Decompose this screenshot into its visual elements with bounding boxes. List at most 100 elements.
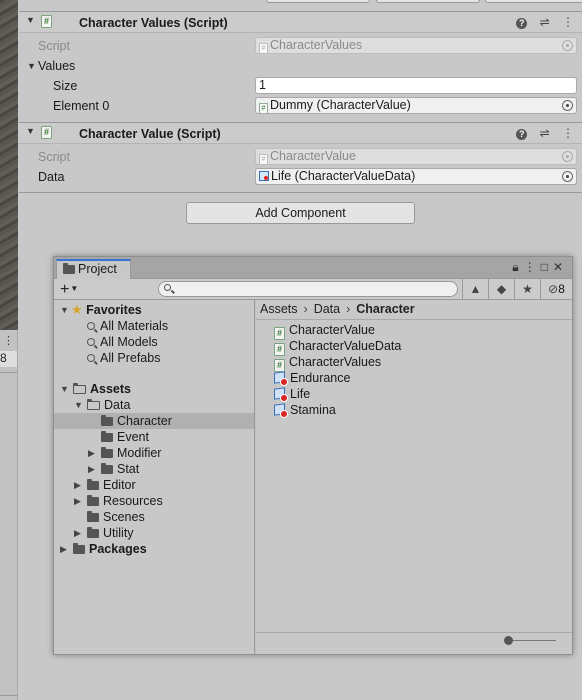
foldout-arrow-icon[interactable]: ▼ — [74, 397, 83, 413]
tab-project[interactable]: Project — [56, 259, 131, 279]
foldout-arrow-icon[interactable]: ▼ — [27, 61, 36, 71]
object-picker-icon[interactable] — [562, 100, 573, 111]
tree-item-event[interactable]: Event — [54, 429, 254, 445]
more-icon[interactable]: ⋮ — [3, 334, 14, 347]
tree-label: All Models — [100, 335, 158, 349]
create-button[interactable]: +▼ — [60, 280, 78, 298]
component-header-character-value[interactable]: ▼ # Character Value (Script) ? ⇌ ⋮ — [19, 122, 582, 144]
tree-item-character[interactable]: Character — [54, 413, 254, 429]
tree-item-assets[interactable]: ▼ Assets — [54, 381, 254, 397]
element-0-object-field[interactable]: # Dummy (CharacterValue) — [255, 97, 577, 114]
tree-label: Resources — [103, 494, 163, 508]
foldout-arrow-icon[interactable]: ▶ — [74, 477, 81, 493]
foldout-arrow-icon[interactable]: ▶ — [60, 541, 67, 557]
search-by-type-icon[interactable]: ▲ — [462, 279, 488, 299]
field-value: CharacterValues — [270, 38, 363, 52]
foldout-arrow-icon[interactable]: ▼ — [60, 302, 69, 318]
foldout-arrow-icon[interactable]: ▼ — [60, 381, 69, 397]
tree-label: All Prefabs — [100, 351, 161, 365]
top-button[interactable] — [485, 0, 582, 3]
property-label: Element 0 — [53, 99, 110, 113]
field-value: CharacterValue — [270, 149, 356, 163]
foldout-arrow-icon[interactable]: ▶ — [74, 525, 81, 541]
list-item[interactable]: # CharacterValues — [274, 354, 381, 372]
tree-item-favorite[interactable]: All Prefabs — [54, 350, 254, 366]
tree-item-packages[interactable]: ▶ Packages — [54, 541, 254, 557]
folder-icon — [101, 447, 113, 458]
folder-icon — [63, 263, 75, 274]
favorite-star-icon[interactable]: ★ — [514, 279, 540, 299]
tree-label: Data — [104, 398, 131, 412]
data-object-field[interactable]: Life (CharacterValueData) — [255, 168, 577, 185]
help-icon[interactable]: ? — [516, 18, 528, 29]
hidden-packages-toggle[interactable]: ⊘8 — [540, 279, 572, 299]
script-icon: # — [259, 103, 268, 113]
icon-size-slider[interactable] — [504, 636, 556, 646]
close-icon[interactable]: ✕ — [553, 260, 568, 274]
list-item[interactable]: Endurance — [274, 370, 350, 386]
field-value: Life (CharacterValueData) — [271, 169, 416, 183]
lock-icon[interactable]: 🔒︎ — [512, 260, 523, 274]
tree-item-data[interactable]: ▼ Data — [54, 397, 254, 413]
preset-icon[interactable]: ⇌ — [540, 15, 550, 29]
chevron-down-icon: ▼ — [70, 284, 79, 293]
tree-item-resources[interactable]: ▶ Resources — [54, 493, 254, 509]
property-row-script: Script # CharacterValue — [19, 147, 582, 167]
script-icon[interactable]: # — [41, 126, 52, 139]
component-menu-icon[interactable]: ⋮ — [562, 126, 574, 140]
add-component-button[interactable]: Add Component — [186, 202, 415, 224]
list-item[interactable]: Stamina — [274, 402, 336, 418]
tree-label: Editor — [103, 478, 136, 492]
tree-item-favorite[interactable]: All Models — [54, 334, 254, 350]
tree-item-utility[interactable]: ▶ Utility — [54, 525, 254, 541]
top-button[interactable] — [266, 0, 370, 3]
foldout-arrow-icon[interactable]: ▼ — [26, 126, 35, 136]
top-buttons — [19, 0, 582, 4]
foldout-arrow-icon[interactable]: ▶ — [88, 445, 95, 461]
project-footer — [256, 632, 572, 654]
search-by-label-icon[interactable]: ◆ — [488, 279, 514, 299]
property-row-element-0: Element 0 # Dummy (CharacterValue) — [19, 96, 582, 116]
script-icon: # — [259, 43, 268, 53]
help-icon[interactable]: ? — [516, 129, 528, 140]
property-label: Values — [38, 59, 76, 73]
list-item[interactable]: Life — [274, 386, 310, 402]
object-picker-icon[interactable] — [562, 171, 573, 182]
more-icon[interactable]: ⋮ — [524, 260, 541, 274]
property-label: Script — [38, 39, 70, 53]
breadcrumb-item[interactable]: Character — [356, 302, 414, 316]
script-icon: # — [259, 154, 268, 164]
component-menu-icon[interactable]: ⋮ — [562, 15, 574, 29]
breadcrumb-item[interactable]: Data — [314, 302, 340, 316]
script-icon[interactable]: # — [41, 15, 52, 28]
component-header-character-values[interactable]: ▼ # Character Values (Script) ? ⇌ ⋮ — [19, 11, 582, 33]
breadcrumb-separator: › — [346, 302, 351, 316]
tree-item-modifier[interactable]: ▶ Modifier — [54, 445, 254, 461]
folder-icon — [87, 495, 99, 506]
asset-name: Stamina — [290, 403, 336, 417]
list-item[interactable]: # CharacterValueData — [274, 338, 401, 356]
search-input[interactable] — [158, 281, 458, 297]
tree-item-stat[interactable]: ▶ Stat — [54, 461, 254, 477]
tree-item-favorite[interactable]: All Materials — [54, 318, 254, 334]
breadcrumb-item[interactable]: Assets — [260, 302, 298, 316]
tree-item-favorites[interactable]: ▼ ★ Favorites — [54, 302, 254, 318]
tree-label: Assets — [90, 382, 131, 396]
field-value: 1 — [259, 78, 266, 92]
asset-name: CharacterValue — [289, 323, 375, 337]
size-input[interactable]: 1 — [255, 77, 577, 94]
divider — [0, 372, 17, 373]
hidden-count: 8 — [558, 282, 565, 296]
slider-handle[interactable] — [504, 636, 513, 645]
foldout-arrow-icon[interactable]: ▶ — [88, 461, 95, 477]
foldout-arrow-icon[interactable]: ▼ — [26, 15, 35, 25]
tree-item-editor[interactable]: ▶ Editor — [54, 477, 254, 493]
property-row-values[interactable]: ▼ Values — [19, 56, 582, 76]
maximize-icon[interactable]: □ — [541, 260, 553, 274]
top-button[interactable] — [376, 0, 480, 3]
preset-icon[interactable]: ⇌ — [540, 126, 550, 140]
list-item[interactable]: # CharacterValue — [274, 322, 375, 340]
search-icon — [87, 354, 95, 362]
foldout-arrow-icon[interactable]: ▶ — [74, 493, 81, 509]
tree-item-scenes[interactable]: Scenes — [54, 509, 254, 525]
